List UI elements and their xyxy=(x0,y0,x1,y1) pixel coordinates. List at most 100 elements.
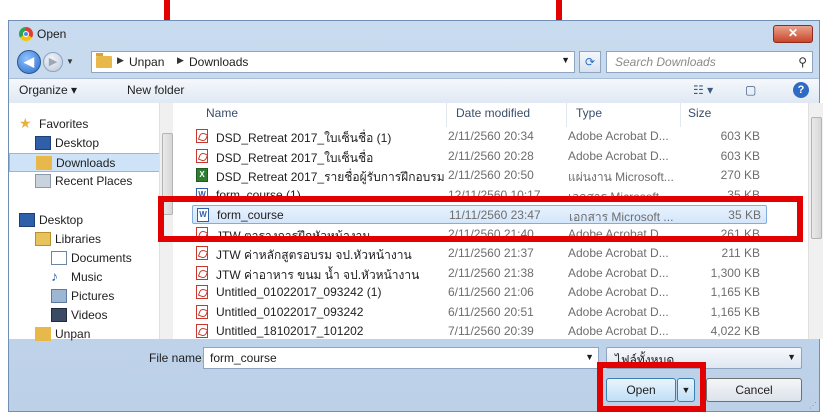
file-row[interactable]: DSD_Retreat 2017_ใบเซ็นชื่อ 2/11/2560 20:… xyxy=(192,147,767,166)
cancel-button[interactable]: Cancel xyxy=(706,378,802,402)
filetype-dropdown-icon[interactable]: ▼ xyxy=(787,352,796,362)
search-icon[interactable]: ⚲ xyxy=(798,55,807,69)
downloads-folder-icon xyxy=(36,156,52,170)
file-type: Adobe Acrobat D... xyxy=(568,285,669,299)
sidebar-item-label: Videos xyxy=(71,308,108,322)
refresh-button[interactable]: ⟳ xyxy=(579,51,601,73)
breadcrumb-downloads[interactable]: Downloads xyxy=(189,55,248,69)
sidebar-item-videos[interactable]: Videos xyxy=(9,306,173,325)
command-toolbar: Organize ▾ New folder ☷ ▾ ▢ ? xyxy=(9,78,819,104)
file-date: 2/11/2560 21:38 xyxy=(448,265,534,280)
videos-icon xyxy=(51,308,67,322)
file-name: JTW ค่าหลักสูตรอบรม จป.หัวหน้างาน xyxy=(216,248,412,262)
folder-icon xyxy=(96,53,112,68)
annotation-line-left xyxy=(164,0,170,20)
help-icon[interactable]: ? xyxy=(793,82,809,98)
filename-dropdown-icon[interactable]: ▼ xyxy=(585,352,594,362)
file-row[interactable]: Untitled_01022017_093242 (1) 6/11/2560 21… xyxy=(192,283,767,302)
sidebar-item-pictures[interactable]: Pictures xyxy=(9,287,173,306)
file-size: 1,165 KB xyxy=(710,304,760,319)
file-type: Adobe Acrobat D... xyxy=(568,246,669,260)
filename-label: File name: xyxy=(149,351,206,365)
annotation-line-right xyxy=(556,0,562,20)
new-folder-button[interactable]: New folder xyxy=(127,83,184,97)
file-type: Adobe Acrobat D... xyxy=(568,304,669,319)
column-header-date[interactable]: Date modified xyxy=(456,106,530,120)
sidebar-item-label: Favorites xyxy=(39,117,89,131)
forward-arrow-icon[interactable]: ▶ xyxy=(43,52,63,72)
navigation-pane: ★ Favorites Desktop Downloads Recent Pla… xyxy=(9,103,174,341)
history-dropdown-icon[interactable]: ▼ xyxy=(66,57,74,66)
filename-input[interactable]: form_course ▼ xyxy=(203,347,599,369)
file-size: 603 KB xyxy=(720,148,760,163)
navigation-bar: ◀ ▶ ▼ ▶ Unpan ▶ Downloads ▼ ⟳ Search Dow… xyxy=(9,47,819,77)
preview-pane-icon[interactable]: ▢ xyxy=(745,83,756,97)
sidebar-item-documents[interactable]: Documents xyxy=(9,249,173,268)
sidebar-item-recent-places[interactable]: Recent Places xyxy=(9,172,173,191)
sidebar-item-label: Desktop xyxy=(55,136,100,150)
view-options-icon[interactable]: ☷ ▾ xyxy=(693,83,713,97)
chrome-icon xyxy=(19,27,33,41)
excel-file-icon: X xyxy=(196,168,208,182)
column-header-size[interactable]: Size xyxy=(688,106,711,120)
recent-places-icon xyxy=(35,174,51,188)
back-arrow-icon[interactable]: ◀ xyxy=(17,50,41,74)
sidebar-item-label: Pictures xyxy=(71,289,115,303)
search-input[interactable]: Search Downloads ⚲ xyxy=(606,51,813,73)
address-dropdown-icon[interactable]: ▼ xyxy=(561,55,570,65)
file-date: 6/11/2560 21:06 xyxy=(448,285,534,299)
column-divider[interactable] xyxy=(446,103,447,127)
file-type: Adobe Acrobat D... xyxy=(568,265,669,280)
file-date: 6/11/2560 20:51 xyxy=(448,304,534,319)
sidebar-item-label: Music xyxy=(71,270,103,284)
file-type: Adobe Acrobat D... xyxy=(568,129,669,143)
file-size: 211 KB xyxy=(721,246,760,260)
organize-button[interactable]: Organize ▾ xyxy=(19,83,77,97)
documents-icon xyxy=(51,251,67,265)
sidebar-item-downloads[interactable]: Downloads xyxy=(9,153,173,172)
close-button[interactable]: ✕ xyxy=(773,25,813,43)
title-bar: Open ✕ xyxy=(9,21,819,47)
pdf-file-icon xyxy=(196,148,208,163)
file-size: 4,022 KB xyxy=(710,324,760,338)
sidebar-item-favorites[interactable]: ★ Favorites xyxy=(9,115,173,134)
column-header-type[interactable]: Type xyxy=(576,106,602,120)
file-date: 2/11/2560 21:37 xyxy=(448,246,534,260)
file-size: 270 KB xyxy=(720,168,760,182)
file-date: 2/11/2560 20:34 xyxy=(448,129,534,143)
column-divider[interactable] xyxy=(566,103,567,127)
pdf-file-icon xyxy=(196,304,208,319)
column-divider[interactable] xyxy=(680,103,681,127)
file-list-scroll-thumb[interactable] xyxy=(811,117,822,239)
breadcrumb-separator-icon[interactable]: ▶ xyxy=(117,55,124,66)
address-bar[interactable]: ▶ Unpan ▶ Downloads ▼ xyxy=(91,51,575,73)
file-date: 2/11/2560 20:50 xyxy=(448,168,534,182)
file-size: 1,300 KB xyxy=(710,265,760,280)
file-row[interactable]: JTW ค่าอาหาร ขนม น้ำ จป.หัวหน้างาน 2/11/2… xyxy=(192,264,767,283)
window-title: Open xyxy=(37,27,67,41)
column-header-name[interactable]: Name xyxy=(206,106,238,120)
pdf-file-icon xyxy=(196,265,208,280)
sidebar-item-desktop[interactable]: Desktop xyxy=(9,134,173,153)
file-list-scrollbar[interactable] xyxy=(808,103,823,339)
sidebar-item-label: Desktop xyxy=(39,213,84,227)
file-row[interactable]: X DSD_Retreat 2017_รายชื่อผู้รับการฝึกอบร… xyxy=(192,166,767,185)
breadcrumb-unpan[interactable]: Unpan xyxy=(129,55,164,69)
file-size: 603 KB xyxy=(720,129,760,143)
file-name: DSD_Retreat 2017_ใบเซ็นชื่อ xyxy=(216,150,374,165)
file-row[interactable]: JTW ค่าหลักสูตรอบรม จป.หัวหน้างาน 2/11/25… xyxy=(192,244,767,263)
file-row[interactable]: DSD_Retreat 2017_ใบเซ็นชื่อ (1) 2/11/2560… xyxy=(192,127,767,146)
pictures-icon xyxy=(51,289,67,303)
file-name: Untitled_01022017_093242 xyxy=(216,304,364,319)
file-name: Untitled_18102017_101202 xyxy=(216,324,364,338)
sidebar-item-music[interactable]: ♪ Music xyxy=(9,268,173,287)
file-row[interactable]: Untitled_01022017_093242 6/11/2560 20:51 A… xyxy=(192,303,767,322)
resize-grip-icon[interactable]: ⋰ xyxy=(809,401,817,410)
pdf-file-icon xyxy=(196,129,208,143)
breadcrumb-separator-icon[interactable]: ▶ xyxy=(177,55,184,66)
sidebar-item-libraries[interactable]: Libraries xyxy=(9,230,173,249)
sidebar-item-desktop-root[interactable]: Desktop xyxy=(9,211,173,230)
file-date: 7/11/2560 20:39 xyxy=(448,324,534,338)
sidebar-item-label: Documents xyxy=(71,251,132,265)
file-name: Untitled_01022017_093242 (1) xyxy=(216,285,382,299)
